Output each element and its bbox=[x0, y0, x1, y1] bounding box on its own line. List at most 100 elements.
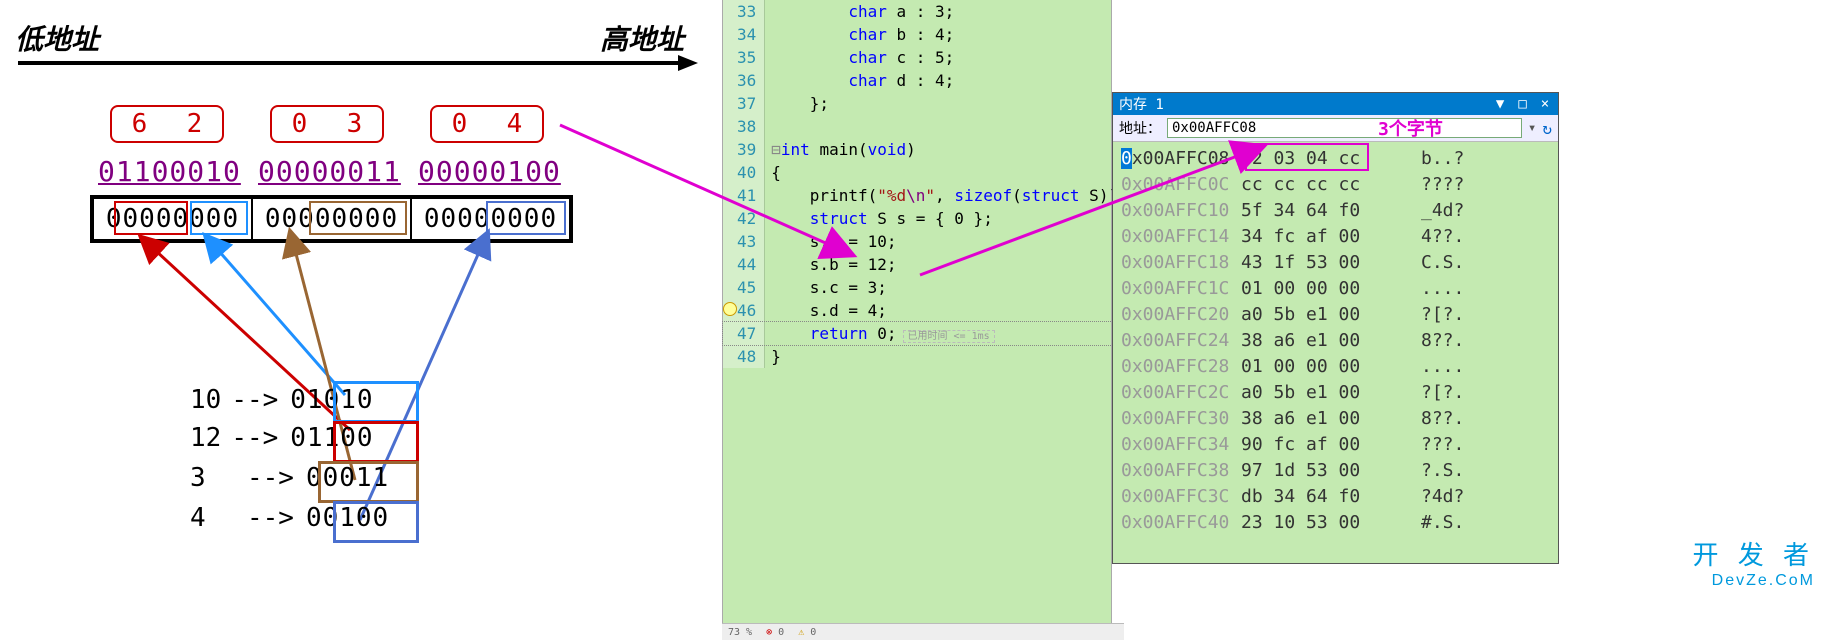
memory-row[interactable]: 0x00AFFC2C a0 5b e1 00 ?[?. bbox=[1121, 380, 1550, 406]
code-content[interactable]: char b : 4; bbox=[765, 23, 1134, 46]
code-line[interactable]: 44 s.b = 12; bbox=[723, 253, 1134, 276]
code-content[interactable]: char d : 4; bbox=[765, 69, 1134, 92]
zoom-level[interactable]: 73 % bbox=[728, 627, 752, 638]
code-content[interactable]: ⊟int main(void) bbox=[765, 138, 1134, 161]
line-number: 36 bbox=[737, 69, 765, 92]
high-address-label: 高地址 bbox=[600, 18, 684, 58]
memory-address: 0x00AFFC38 bbox=[1121, 458, 1241, 484]
memory-window[interactable]: 内存 1 ▼ □ × 地址： ▾ ↻ 3个字节 0x00AFFC08 62 03… bbox=[1112, 92, 1559, 564]
memory-hex: 38 a6 e1 00 bbox=[1241, 406, 1421, 432]
bit-field-diagram: 低地址 高地址 62 03 04 01100010 00000011 00000… bbox=[0, 0, 720, 640]
memory-byte-2: 00000000 bbox=[412, 199, 569, 239]
memory-address: 0x00AFFC14 bbox=[1121, 224, 1241, 250]
code-content[interactable]: } bbox=[765, 345, 1134, 368]
dropdown-icon[interactable]: ▾ bbox=[1528, 120, 1536, 136]
field-box-d bbox=[333, 501, 419, 543]
window-close-icon[interactable]: × bbox=[1538, 96, 1552, 112]
code-line[interactable]: 39⊟int main(void) bbox=[723, 138, 1134, 161]
code-content[interactable] bbox=[765, 115, 1134, 138]
gutter-marker[interactable] bbox=[723, 207, 737, 230]
memory-row[interactable]: 0x00AFFC1C 01 00 00 00 .... bbox=[1121, 276, 1550, 302]
memory-hex: 23 10 53 00 bbox=[1241, 510, 1421, 536]
memory-row[interactable]: 0x00AFFC28 01 00 00 00 .... bbox=[1121, 354, 1550, 380]
memory-ascii: ?[?. bbox=[1421, 380, 1464, 406]
code-line[interactable]: 42 struct S s = { 0 }; bbox=[723, 207, 1134, 230]
memory-address: 0x00AFFC24 bbox=[1121, 328, 1241, 354]
gutter-marker[interactable] bbox=[723, 0, 737, 23]
code-content[interactable]: { bbox=[765, 161, 1134, 184]
gutter-marker[interactable] bbox=[723, 23, 737, 46]
hex-byte-1: 03 bbox=[270, 105, 384, 143]
code-line[interactable]: 45 s.c = 3; bbox=[723, 276, 1134, 299]
memory-hex: 34 fc af 00 bbox=[1241, 224, 1421, 250]
code-line[interactable]: 36 char d : 4; bbox=[723, 69, 1134, 92]
memory-row[interactable]: 0x00AFFC38 97 1d 53 00 ?.S. bbox=[1121, 458, 1550, 484]
memory-hex: 5f 34 64 f0 bbox=[1241, 198, 1421, 224]
memory-row[interactable]: 0x00AFFC10 5f 34 64 f0 _4d? bbox=[1121, 198, 1550, 224]
code-line[interactable]: 41 printf("%d\n", sizeof(struct S)); bbox=[723, 184, 1134, 207]
code-line[interactable]: 43 s.a = 10; bbox=[723, 230, 1134, 253]
code-line[interactable]: 37 }; bbox=[723, 92, 1134, 115]
gutter-marker[interactable] bbox=[723, 161, 737, 184]
memory-row[interactable]: 0x00AFFC40 23 10 53 00 #.S. bbox=[1121, 510, 1550, 536]
memory-row[interactable]: 0x00AFFC3C db 34 64 f0 ?4d? bbox=[1121, 484, 1550, 510]
gutter-marker[interactable] bbox=[723, 230, 737, 253]
field-box-b bbox=[333, 421, 419, 463]
memory-row[interactable]: 0x00AFFC24 38 a6 e1 00 8??. bbox=[1121, 328, 1550, 354]
code-content[interactable]: s.c = 3; bbox=[765, 276, 1134, 299]
memory-address-input[interactable] bbox=[1167, 118, 1522, 138]
memory-address: 0x00AFFC34 bbox=[1121, 432, 1241, 458]
gutter-marker[interactable] bbox=[723, 184, 737, 207]
code-line[interactable]: 35 char c : 5; bbox=[723, 46, 1134, 69]
breakpoint-icon[interactable] bbox=[723, 302, 737, 316]
window-pin-icon[interactable]: ▼ bbox=[1493, 96, 1507, 112]
memory-row[interactable]: 0x00AFFC30 38 a6 e1 00 8??. bbox=[1121, 406, 1550, 432]
code-content[interactable]: struct S s = { 0 }; bbox=[765, 207, 1134, 230]
memory-ascii: C.S. bbox=[1421, 250, 1464, 276]
memory-row[interactable]: 0x00AFFC20 a0 5b e1 00 ?[?. bbox=[1121, 302, 1550, 328]
gutter-marker[interactable] bbox=[723, 345, 737, 368]
code-content[interactable]: return 0;已用时间 <= 1ms bbox=[765, 322, 1134, 345]
code-line[interactable]: 46 s.d = 4; bbox=[723, 299, 1134, 322]
field-box-c bbox=[318, 461, 419, 503]
code-content[interactable]: s.a = 10; bbox=[765, 230, 1134, 253]
bits-byte-0: 01100010 bbox=[98, 155, 241, 188]
gutter-marker[interactable] bbox=[723, 138, 737, 161]
line-number: 47 bbox=[737, 322, 765, 345]
gutter-marker[interactable] bbox=[723, 322, 737, 345]
gutter-marker[interactable] bbox=[723, 46, 737, 69]
gutter-marker[interactable] bbox=[723, 92, 737, 115]
code-content[interactable]: }; bbox=[765, 92, 1134, 115]
memory-title-bar[interactable]: 内存 1 ▼ □ × bbox=[1113, 93, 1558, 115]
code-content[interactable]: s.b = 12; bbox=[765, 253, 1134, 276]
memory-row[interactable]: 0x00AFFC18 43 1f 53 00 C.S. bbox=[1121, 250, 1550, 276]
memory-address: 0x00AFFC3C bbox=[1121, 484, 1241, 510]
code-content[interactable]: char a : 3; bbox=[765, 0, 1134, 23]
gutter-marker[interactable] bbox=[723, 115, 737, 138]
code-line[interactable]: 38 bbox=[723, 115, 1134, 138]
line-number: 41 bbox=[737, 184, 765, 207]
gutter-marker[interactable] bbox=[723, 253, 737, 276]
code-line[interactable]: 40{ bbox=[723, 161, 1134, 184]
code-content[interactable]: printf("%d\n", sizeof(struct S)); bbox=[765, 184, 1134, 207]
code-editor[interactable]: 33 char a : 3;34 char b : 4;35 char c : … bbox=[722, 0, 1112, 640]
code-content[interactable]: char c : 5; bbox=[765, 46, 1134, 69]
memory-row[interactable]: 0x00AFFC34 90 fc af 00 ???. bbox=[1121, 432, 1550, 458]
code-line[interactable]: 48} bbox=[723, 345, 1134, 368]
memory-hex: 97 1d 53 00 bbox=[1241, 458, 1421, 484]
code-line[interactable]: 33 char a : 3; bbox=[723, 0, 1134, 23]
memory-row[interactable]: 0x00AFFC14 34 fc af 00 4??. bbox=[1121, 224, 1550, 250]
refresh-icon[interactable]: ↻ bbox=[1542, 119, 1552, 138]
memory-row[interactable]: 0x00AFFC0C cc cc cc cc ???? bbox=[1121, 172, 1550, 198]
gutter-marker[interactable] bbox=[723, 69, 737, 92]
gutter-marker[interactable] bbox=[723, 276, 737, 299]
gutter-marker[interactable] bbox=[723, 299, 737, 322]
memory-dump[interactable]: 0x00AFFC08 62 03 04 cc b..?0x00AFFC0C cc… bbox=[1113, 142, 1558, 540]
code-content[interactable]: s.d = 4; bbox=[765, 299, 1134, 322]
bits-byte-2: 00000100 bbox=[418, 155, 561, 188]
code-line[interactable]: 47 return 0;已用时间 <= 1ms bbox=[723, 322, 1134, 345]
memory-hex: db 34 64 f0 bbox=[1241, 484, 1421, 510]
memory-row[interactable]: 0x00AFFC08 62 03 04 cc b..? bbox=[1121, 146, 1550, 172]
window-maximize-icon[interactable]: □ bbox=[1516, 96, 1530, 112]
code-line[interactable]: 34 char b : 4; bbox=[723, 23, 1134, 46]
